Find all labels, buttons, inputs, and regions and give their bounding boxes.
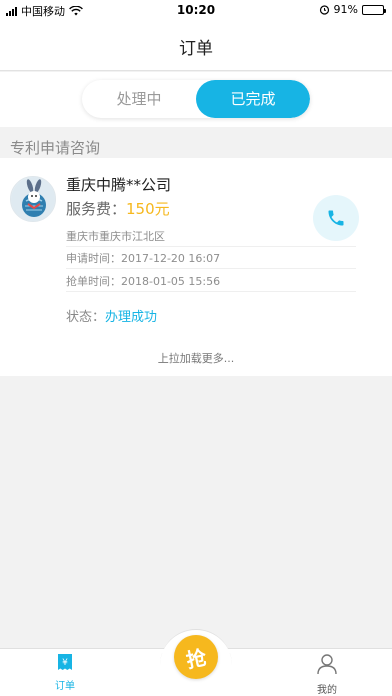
grab-order-button[interactable]: 抢 [174,635,218,679]
service-fee: 服务费：150元 [66,198,170,219]
phone-icon [328,210,344,226]
orders-icon: ¥ [58,654,72,670]
grab-icon: 抢 [184,644,209,673]
apply-time-label: 申请时间： [66,252,121,265]
address: 重庆市重庆市江北区 [66,230,165,243]
apply-time-row: 申请时间：2017-12-20 16:07 [66,250,356,269]
grab-time-label: 抢单时间： [66,275,121,288]
divider [66,291,356,292]
battery-icon [362,4,386,15]
svg-text:¥: ¥ [62,658,68,668]
page-title: 订单 [179,39,213,59]
tab-mine-label: 我的 [317,685,337,696]
segment-bar: 处理中 已完成 [0,72,392,127]
status-value: 办理成功 [105,310,158,325]
order-status: 状态：办理成功 [66,306,157,325]
load-more-hint: 上拉加载更多... [157,352,235,365]
status-label: 状态： [66,310,106,325]
order-status-segment: 处理中 已完成 [82,80,310,118]
tab-orders[interactable]: ¥ 订单 [35,653,95,692]
avatar-rabbit-icon [10,176,56,222]
divider [66,268,356,269]
tab-processing[interactable]: 处理中 [82,80,196,118]
bottom-tab-bar: ¥ 订单 抢 我的 [0,629,392,696]
status-right: 91% [319,3,386,16]
call-button[interactable] [313,195,359,241]
order-card[interactable]: 重庆中腾**公司 服务费：150元 重庆市重庆市江北区 申请时间：2017-12… [0,158,392,376]
address-row: 重庆市重庆市江北区 [66,228,356,247]
section-title: 专利申请咨询 [10,139,101,157]
status-bar: 中国移动 10:20 91% [0,0,392,20]
battery-percent: 91% [333,3,358,16]
alarm-icon [319,5,329,15]
tab-orders-label: 订单 [55,681,75,692]
divider [66,246,356,247]
tab-completed[interactable]: 已完成 [196,80,310,118]
grab-time: 2018-01-05 15:56 [121,275,221,288]
tab-mine[interactable]: 我的 [297,653,357,696]
nav-header: 订单 [0,20,392,71]
grab-time-row: 抢单时间：2018-01-05 15:56 [66,273,356,292]
fee-label: 服务费： [66,200,127,218]
company-name: 重庆中腾**公司 [66,176,172,194]
user-icon [317,654,337,675]
fee-value: 150元 [126,200,170,218]
apply-time: 2017-12-20 16:07 [121,252,221,265]
